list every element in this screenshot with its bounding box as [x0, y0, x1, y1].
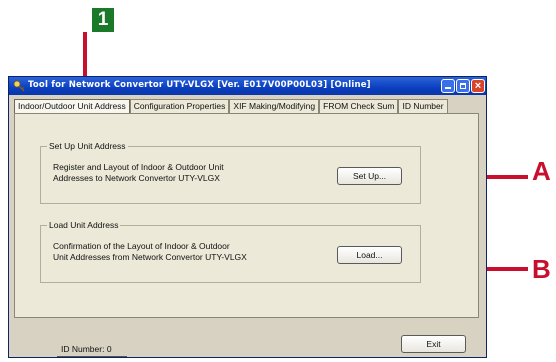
key-icon: [13, 80, 25, 92]
tab-page: Set Up Unit Address Register and Layout …: [14, 113, 479, 318]
load-unit-address-group: Load Unit Address Confirmation of the La…: [40, 220, 421, 283]
tab-indoor-outdoor-unit-address[interactable]: Indoor/Outdoor Unit Address: [14, 99, 130, 113]
description-line: Unit Addresses from Network Convertor UT…: [53, 251, 247, 262]
group-description: Confirmation of the Layout of Indoor & O…: [53, 241, 247, 262]
group-legend: Load Unit Address: [47, 220, 121, 230]
callout-a: A: [532, 156, 551, 186]
load-button[interactable]: Load...: [337, 246, 402, 264]
set-up-unit-address-group: Set Up Unit Address Register and Layout …: [40, 141, 421, 204]
set-up-button[interactable]: Set Up...: [337, 167, 402, 185]
id-number-label: ID Number: 0: [61, 344, 112, 354]
close-button[interactable]: ×: [471, 79, 485, 93]
tab-id-number[interactable]: ID Number: [398, 99, 448, 113]
minimize-button[interactable]: [441, 79, 455, 93]
group-legend: Set Up Unit Address: [47, 141, 128, 151]
group-description: Register and Layout of Indoor & Outdoor …: [53, 162, 224, 183]
tab-configuration-properties[interactable]: Configuration Properties: [129, 99, 230, 113]
tab-from-check-sum[interactable]: FROM Check Sum: [319, 99, 399, 113]
description-line: Register and Layout of Indoor & Outdoor …: [53, 162, 224, 172]
window-title: Tool for Network Convertor UTY-VLGX [Ver…: [28, 80, 371, 90]
exit-button[interactable]: Exit: [401, 335, 466, 353]
callout-b: B: [532, 254, 551, 284]
description-line: Confirmation of the Layout of Indoor & O…: [53, 241, 230, 251]
maximize-button[interactable]: [456, 79, 470, 93]
app-window: Tool for Network Convertor UTY-VLGX [Ver…: [8, 76, 487, 358]
tab-xif-making-modifying[interactable]: XIF Making/Modifying: [229, 99, 320, 113]
title-bar[interactable]: Tool for Network Convertor UTY-VLGX [Ver…: [9, 77, 486, 95]
divider: [57, 356, 127, 357]
description-line: Addresses to Network Convertor UTY-VLGX: [53, 172, 220, 183]
tab-strip: Indoor/Outdoor Unit Address Configuration…: [14, 99, 448, 113]
